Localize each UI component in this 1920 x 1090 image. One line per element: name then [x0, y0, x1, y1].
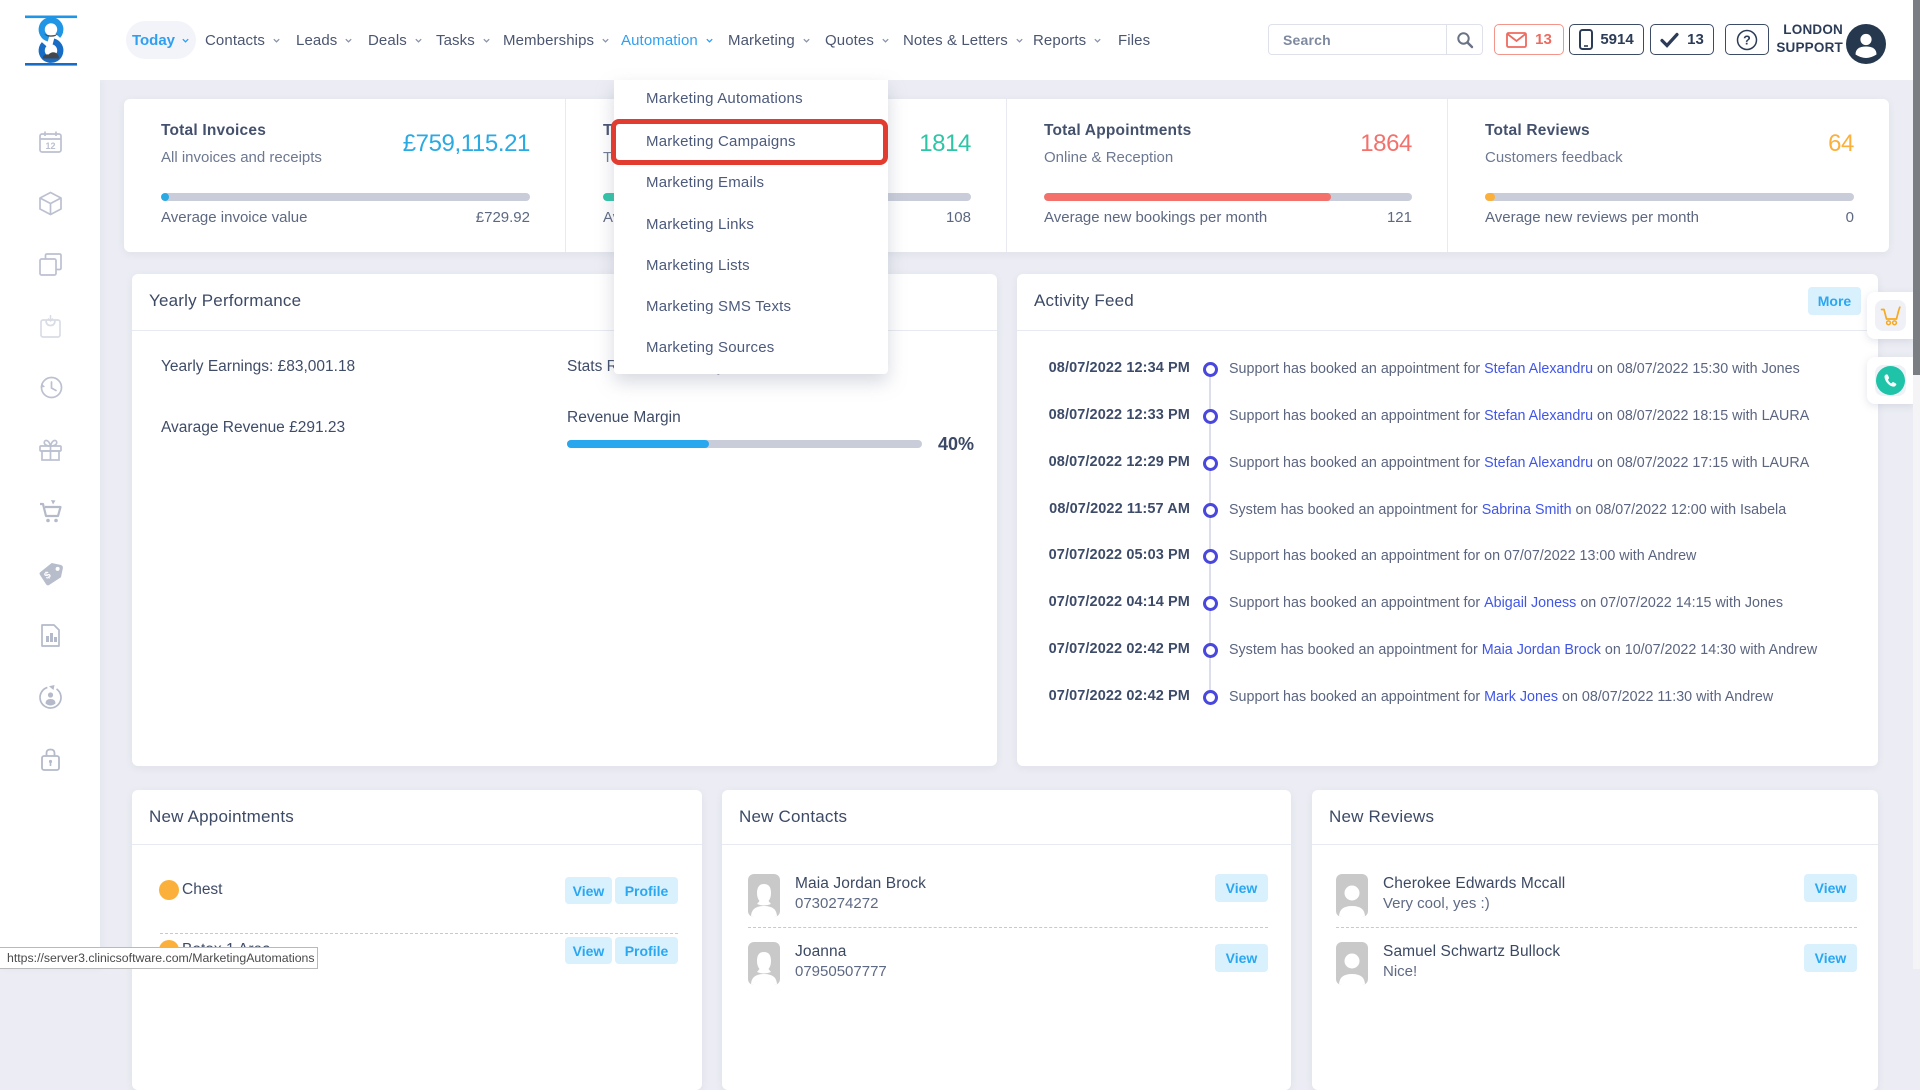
svg-text:12: 12	[45, 141, 55, 151]
svg-text:?: ?	[1743, 33, 1751, 47]
